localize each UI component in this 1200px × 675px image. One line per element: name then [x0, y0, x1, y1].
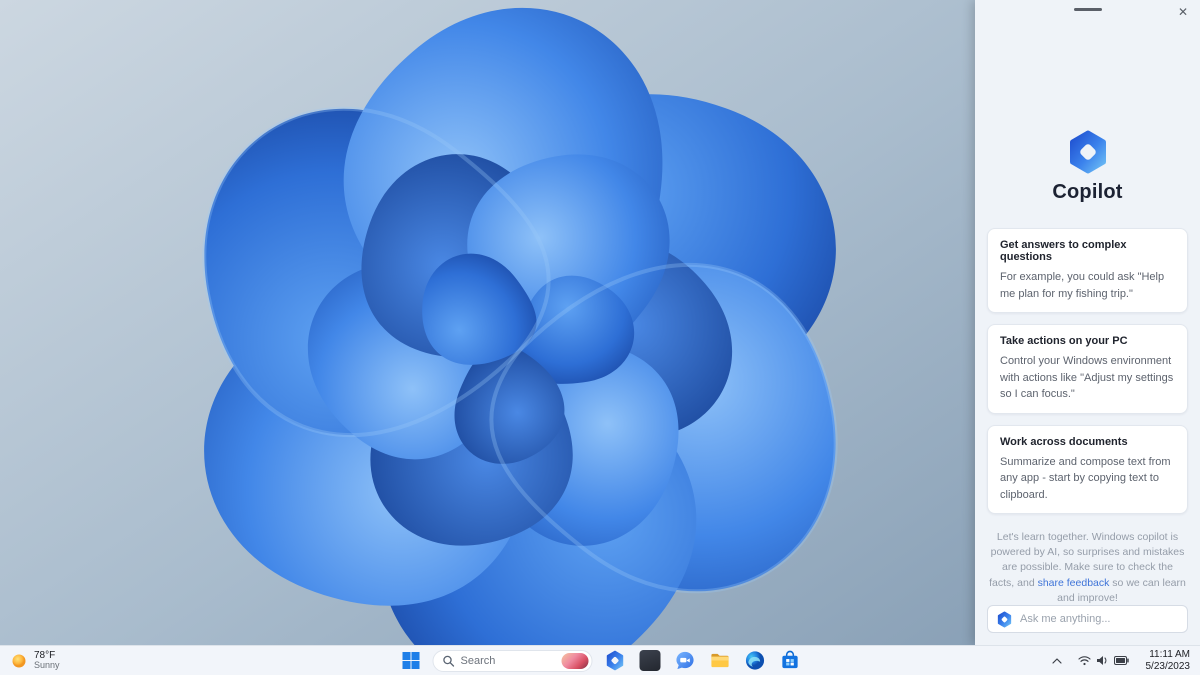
card-body: Control your Windows environment with ac… [1000, 355, 1174, 400]
network-volume-battery-button[interactable] [1073, 651, 1134, 670]
card-body: Summarize and compose text from any app … [1000, 455, 1171, 501]
weather-condition: Sunny [34, 660, 60, 671]
panel-title: Copilot [1052, 181, 1123, 203]
chat-button[interactable] [672, 648, 698, 674]
chat-icon [675, 651, 694, 670]
search-highlight-image[interactable] [561, 652, 589, 669]
taskbar: 78°F Sunny Search 11:11 AM 5/23/2023 [0, 645, 1200, 675]
edge-button[interactable] [742, 648, 768, 674]
dark-app-button[interactable] [637, 648, 663, 674]
card-take-actions[interactable]: Take actions on your PC Control your Win… [987, 324, 1188, 414]
start-button[interactable] [398, 648, 424, 674]
card-title: Take actions on your PC [1000, 335, 1128, 347]
edge-icon [745, 651, 764, 670]
windows-logo-icon [402, 652, 419, 669]
taskbar-center [398, 646, 803, 675]
search-input[interactable] [460, 654, 556, 667]
time-label: 11:11 AM [1149, 649, 1190, 660]
clock[interactable]: 11:11 AM 5/23/2023 [1140, 647, 1197, 674]
card-body: For example, you could ask "Help me plan… [1000, 271, 1165, 300]
store-icon [781, 650, 798, 669]
dark-app-icon [639, 650, 660, 671]
search-icon [443, 655, 455, 667]
sun-icon [12, 654, 26, 667]
battery-icon [1113, 656, 1129, 665]
ask-input[interactable] [1020, 613, 1179, 625]
card-title: Work across documents [1000, 435, 1128, 448]
copilot-panel: ✕ Copilot Get answers to complex questio… [975, 0, 1200, 645]
suggestion-cards: Get answers to complex questions For exa… [987, 228, 1188, 514]
file-explorer-button[interactable] [707, 648, 733, 674]
wifi-icon [1077, 656, 1091, 666]
bloom-wallpaper [0, 0, 975, 645]
chevron-up-icon [1051, 657, 1062, 664]
weather-widget[interactable]: 78°F Sunny [0, 646, 70, 675]
card-complex-questions[interactable]: Get answers to complex questions For exa… [987, 228, 1188, 313]
system-tray: 11:11 AM 5/23/2023 [1047, 646, 1197, 675]
card-work-across-documents[interactable]: Work across documents Summarize and comp… [987, 424, 1188, 514]
copilot-taskbar-button[interactable] [602, 648, 628, 674]
date-label: 5/23/2023 [1145, 660, 1191, 672]
copilot-logo-icon [1065, 129, 1111, 175]
taskbar-search[interactable] [432, 649, 593, 672]
ask-input-container [987, 605, 1188, 633]
panel-drag-handle[interactable] [1073, 8, 1102, 11]
show-hidden-icons-button[interactable] [1047, 654, 1067, 668]
ai-disclaimer: Let's learn together. Windows copilot is… [987, 530, 1188, 606]
close-icon[interactable]: ✕ [1174, 3, 1192, 21]
desktop [0, 0, 975, 645]
copilot-mini-icon [997, 611, 1012, 627]
volume-icon [1096, 656, 1106, 665]
store-button[interactable] [777, 648, 803, 674]
card-title: Get answers to complex questions [1000, 239, 1127, 263]
copilot-icon [606, 650, 623, 671]
screen: ✕ Copilot Get answers to complex questio… [0, 0, 1200, 675]
share-feedback-link[interactable]: share feedback [1038, 577, 1110, 589]
folder-icon [710, 653, 729, 668]
